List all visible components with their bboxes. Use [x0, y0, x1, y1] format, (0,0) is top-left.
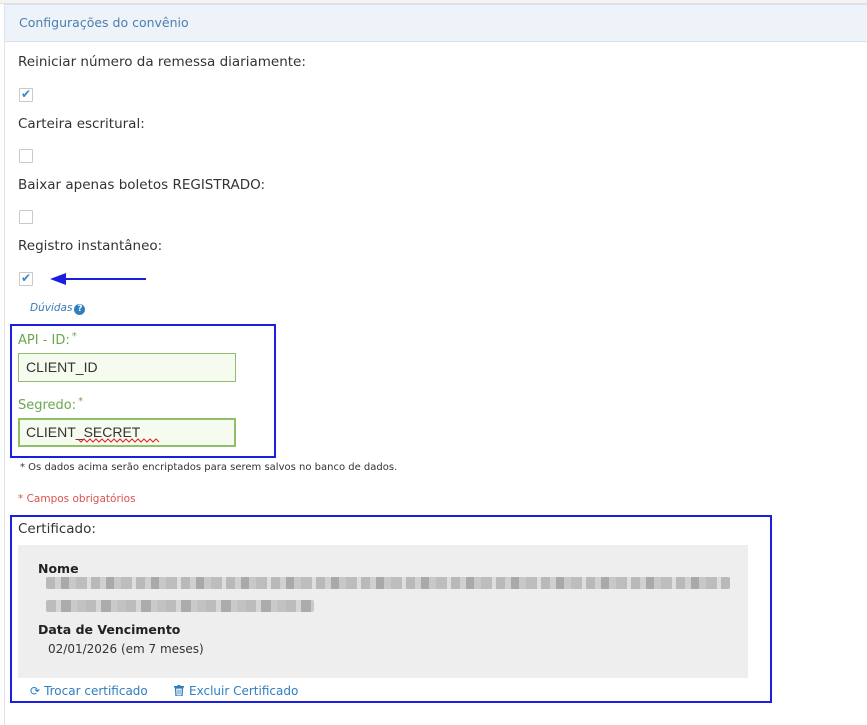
- secret-input[interactable]: CLIENT_SECRET: [18, 418, 236, 447]
- certificate-expiry-value: 02/01/2026 (em 7 meses): [48, 642, 204, 656]
- baixar-label: Baixar apenas boletos REGISTRADO:: [18, 177, 266, 193]
- question-circle-icon: ?: [74, 304, 86, 315]
- encryption-note: * Os dados acima serão encriptados para …: [20, 462, 398, 473]
- trash-icon: [174, 685, 184, 697]
- certificate-name-label: Nome: [38, 561, 79, 576]
- carteira-checkbox[interactable]: [19, 149, 33, 163]
- refresh-icon: ⟳: [30, 684, 41, 698]
- panel-title: Configurações do convênio: [4, 4, 867, 42]
- certificate-name-redacted: [46, 577, 730, 589]
- help-link-label: Dúvidas: [30, 302, 73, 314]
- check-icon: ✔: [21, 87, 32, 101]
- delete-certificate-label: Excluir Certificado: [189, 684, 299, 698]
- registro-label: Registro instantâneo:: [18, 238, 163, 254]
- required-fields-note: * Campos obrigatórios: [18, 493, 136, 505]
- reiniciar-label: Reiniciar número da remessa diariamente:: [18, 54, 306, 70]
- check-icon: ✔: [21, 271, 32, 285]
- api-id-label: API - ID: *: [18, 331, 77, 348]
- baixar-checkbox[interactable]: [19, 210, 33, 224]
- certificate-title: Certificado:: [18, 521, 96, 537]
- panel-left-border: [4, 42, 5, 725]
- change-certificate-link[interactable]: ⟳ Trocar certificado: [30, 684, 148, 698]
- spellcheck-underline: [78, 438, 160, 443]
- change-certificate-label: Trocar certificado: [44, 684, 148, 698]
- reiniciar-checkbox[interactable]: ✔: [19, 87, 33, 102]
- certificate-expiry-label: Data de Vencimento: [38, 622, 181, 637]
- certificate-name-redacted: [46, 600, 314, 612]
- help-link[interactable]: Dúvidas?: [30, 302, 86, 315]
- secret-label: Segredo: *: [18, 396, 84, 413]
- registro-checkbox[interactable]: ✔: [19, 271, 33, 286]
- carteira-label: Carteira escritural:: [18, 116, 145, 132]
- annotation-arrow-icon: [50, 273, 146, 285]
- delete-certificate-link[interactable]: Excluir Certificado: [174, 684, 298, 698]
- api-id-input[interactable]: CLIENT_ID: [18, 353, 236, 382]
